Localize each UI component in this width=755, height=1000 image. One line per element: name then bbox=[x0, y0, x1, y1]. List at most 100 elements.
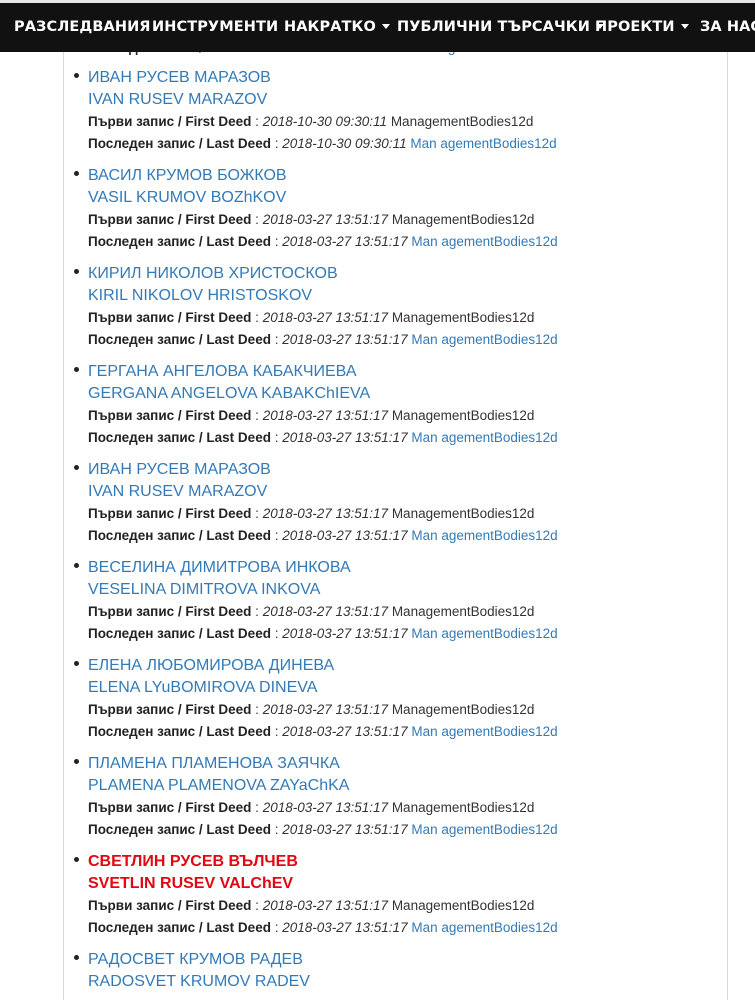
nav-item-briefly[interactable]: НАКРАТКО bbox=[284, 3, 390, 52]
last-deed-label: Последен запис / Last Deed bbox=[88, 626, 271, 641]
separator: : bbox=[251, 604, 263, 619]
person-name-bg-link[interactable]: ИВАН РУСЕВ МАРАЗОВ bbox=[88, 67, 708, 89]
separator: : bbox=[270, 332, 283, 347]
last-deed-label: Последен запис / Last Deed bbox=[88, 724, 271, 739]
bullet-icon bbox=[74, 269, 79, 274]
person-name-en-link[interactable]: IVAN RUSEV MARAZOV bbox=[88, 89, 708, 111]
nav-item-about[interactable]: ЗА НАС bbox=[700, 3, 755, 52]
person-name-bg-link[interactable]: РАДОСВЕТ КРУМОВ РАДЕВ bbox=[88, 949, 708, 971]
person-name-en-link[interactable]: IVAN RUSEV MARAZOV bbox=[88, 481, 708, 503]
top-navbar: РАЗСЛЕДВАНИЯ ИНСТРУМЕНТИ НАКРАТКО ПУБЛИЧ… bbox=[0, 0, 755, 52]
first-deed-line: Първи запис / First Deed : 2018-10-30 09… bbox=[88, 111, 708, 133]
person-name-en-link[interactable]: GERGANA ANGELOVA KABAKChIEVA bbox=[88, 383, 708, 405]
separator: : bbox=[270, 430, 283, 445]
first-deed-date: 2018-03-27 13:51:17 bbox=[262, 408, 389, 423]
nav-item-investigations[interactable]: РАЗСЛЕДВАНИЯ bbox=[14, 3, 151, 52]
list-item: ВАСИЛ КРУМОВ БОЖКОВ VASIL KRUMOV BOZhKOV… bbox=[74, 165, 708, 253]
source-link[interactable]: Man agementBodies12d bbox=[411, 822, 557, 837]
person-name-en-link[interactable]: SVETLIN RUSEV VALChEV bbox=[88, 873, 708, 895]
person-name-en-link[interactable]: PLAMENA PLAMENOVA ZAYaChKA bbox=[88, 775, 708, 797]
first-deed-label: Първи запис / First Deed bbox=[88, 310, 252, 325]
person-name-bg-link[interactable]: КИРИЛ НИКОЛОВ ХРИСТОСКОВ bbox=[88, 263, 708, 285]
bullet-icon bbox=[74, 857, 79, 862]
list-item: ВЕСЕЛИНА ДИМИТРОВА ИНКОВА VESELINA DIMIT… bbox=[74, 557, 708, 645]
first-deed-line: Първи запис / First Deed : 2018-03-27 13… bbox=[88, 797, 708, 819]
first-deed-date: 2018-03-27 13:51:17 bbox=[262, 800, 389, 815]
bullet-icon bbox=[74, 171, 79, 176]
nav-item-label: РАЗСЛЕДВАНИЯ bbox=[14, 19, 151, 35]
first-deed-date: 2018-03-27 13:51:17 bbox=[262, 506, 389, 521]
nav-item-label: ИНСТРУМЕНТИ bbox=[152, 19, 279, 35]
list-item: ИВАН РУСЕВ МАРАЗОВ IVAN RUSEV MARAZOV Пъ… bbox=[74, 67, 708, 155]
separator: : bbox=[251, 702, 263, 717]
source-link[interactable]: Man agementBodies12d bbox=[411, 528, 557, 543]
separator: : bbox=[270, 724, 283, 739]
source-link[interactable]: Man agementBodies12d bbox=[411, 920, 557, 935]
separator: : bbox=[270, 822, 283, 837]
bullet-icon bbox=[74, 661, 79, 666]
last-deed-date: 2018-03-27 13:51:17 bbox=[282, 332, 408, 347]
last-deed-label: Последен запис / Last Deed bbox=[88, 430, 271, 445]
last-deed-date: 2018-03-27 13:51:17 bbox=[282, 822, 408, 837]
person-name-bg-link[interactable]: ЕЛЕНА ЛЮБОМИРОВА ДИНЕВА bbox=[88, 655, 708, 677]
last-deed-label: Последен запис / Last Deed bbox=[88, 136, 271, 151]
first-deed-label: Първи запис / First Deed bbox=[88, 114, 252, 129]
first-deed-label: Първи запис / First Deed bbox=[88, 212, 252, 227]
person-name-en-link[interactable]: VASIL KRUMOV BOZhKOV bbox=[88, 187, 708, 209]
source-link[interactable]: Man agementBodies12d bbox=[411, 724, 557, 739]
first-deed-label: Първи запис / First Deed bbox=[88, 506, 252, 521]
bullet-icon bbox=[74, 465, 79, 470]
separator: : bbox=[251, 114, 263, 129]
list-item: РАДОСВЕТ КРУМОВ РАДЕВ RADOSVET KRUMOV RA… bbox=[74, 949, 708, 993]
person-name-en-link[interactable]: VESELINA DIMITROVA INKOVA bbox=[88, 579, 708, 601]
person-name-bg-link[interactable]: ИВАН РУСЕВ МАРАЗОВ bbox=[88, 459, 708, 481]
first-deed-date: 2018-03-27 13:51:17 bbox=[262, 898, 389, 913]
first-deed-date: 2018-03-27 13:51:17 bbox=[262, 604, 389, 619]
person-name-en-link[interactable]: ELENA LYuBOMIROVA DINEVA bbox=[88, 677, 708, 699]
source-link[interactable]: Man agementBodies12d bbox=[411, 234, 557, 249]
source-link[interactable]: Man agementBodies12d bbox=[410, 136, 556, 151]
first-deed-line: Първи запис / First Deed : 2018-03-27 13… bbox=[88, 699, 708, 721]
first-deed-line: Първи запис / First Deed : 2018-03-27 13… bbox=[88, 307, 708, 329]
person-name-bg-link[interactable]: ГЕРГАНА АНГЕЛОВА КАБАКЧИЕВА bbox=[88, 361, 708, 383]
person-name-en-link[interactable]: KIRIL NIKOLOV HRISTOSKOV bbox=[88, 285, 708, 307]
nav-item-projects[interactable]: ПРОЕКТИ bbox=[595, 3, 689, 52]
separator: : bbox=[270, 136, 283, 151]
last-deed-date: 2018-03-27 13:51:17 bbox=[282, 626, 408, 641]
bullet-icon bbox=[74, 759, 79, 764]
first-deed-source: ManagementBodies12d bbox=[391, 604, 535, 619]
person-name-bg-link[interactable]: СВЕТЛИН РУСЕВ ВЪЛЧЕВ bbox=[88, 851, 708, 873]
caret-down-icon bbox=[381, 23, 390, 29]
person-name-bg-link[interactable]: ПЛАМЕНА ПЛАМЕНОВА ЗАЯЧКА bbox=[88, 753, 708, 775]
last-deed-label: Последен запис / Last Deed bbox=[88, 234, 271, 249]
last-deed-line: Последен запис / Last Deed : 2018-03-27 … bbox=[88, 525, 708, 547]
nav-item-label: ПУБЛИЧНИ ТЪРСАЧКИ bbox=[397, 19, 590, 35]
person-name-bg-link[interactable]: ВАСИЛ КРУМОВ БОЖКОВ bbox=[88, 165, 708, 187]
content-panel: Последен запис / Last Deed : 2018-10-30 … bbox=[63, 0, 728, 1000]
last-deed-label: Последен запис / Last Deed bbox=[88, 822, 271, 837]
source-link[interactable]: Man agementBodies12d bbox=[411, 626, 557, 641]
source-link[interactable]: Man agementBodies12d bbox=[411, 430, 557, 445]
source-link[interactable]: Man agementBodies12d bbox=[411, 332, 557, 347]
first-deed-source: ManagementBodies12d bbox=[391, 408, 535, 423]
last-deed-label: Последен запис / Last Deed bbox=[88, 332, 271, 347]
separator: : bbox=[251, 800, 263, 815]
person-name-en-link[interactable]: RADOSVET KRUMOV RADEV bbox=[88, 971, 708, 993]
list-item: ПЛАМЕНА ПЛАМЕНОВА ЗАЯЧКА PLAMENA PLAMENO… bbox=[74, 753, 708, 841]
first-deed-source: ManagementBodies12d bbox=[391, 310, 535, 325]
first-deed-label: Първи запис / First Deed bbox=[88, 604, 252, 619]
separator: : bbox=[251, 506, 263, 521]
first-deed-line: Първи запис / First Deed : 2018-03-27 13… bbox=[88, 209, 708, 231]
separator: : bbox=[251, 212, 263, 227]
list-item: КИРИЛ НИКОЛОВ ХРИСТОСКОВ KIRIL NIKOLOV H… bbox=[74, 263, 708, 351]
nav-item-label: ПРОЕКТИ bbox=[595, 19, 675, 35]
person-name-bg-link[interactable]: ВЕСЕЛИНА ДИМИТРОВА ИНКОВА bbox=[88, 557, 708, 579]
nav-item-public-search[interactable]: ПУБЛИЧНИ ТЪРСАЧКИ bbox=[397, 3, 604, 52]
first-deed-date: 2018-03-27 13:51:17 bbox=[262, 310, 389, 325]
list-item: ЕЛЕНА ЛЮБОМИРОВА ДИНЕВА ELENA LYuBOMIROV… bbox=[74, 655, 708, 743]
last-deed-label: Последен запис / Last Deed bbox=[88, 920, 271, 935]
nav-item-label: НАКРАТКО bbox=[284, 19, 376, 35]
first-deed-line: Първи запис / First Deed : 2018-03-27 13… bbox=[88, 895, 708, 917]
nav-item-tools[interactable]: ИНСТРУМЕНТИ bbox=[152, 3, 278, 52]
separator: : bbox=[270, 920, 283, 935]
